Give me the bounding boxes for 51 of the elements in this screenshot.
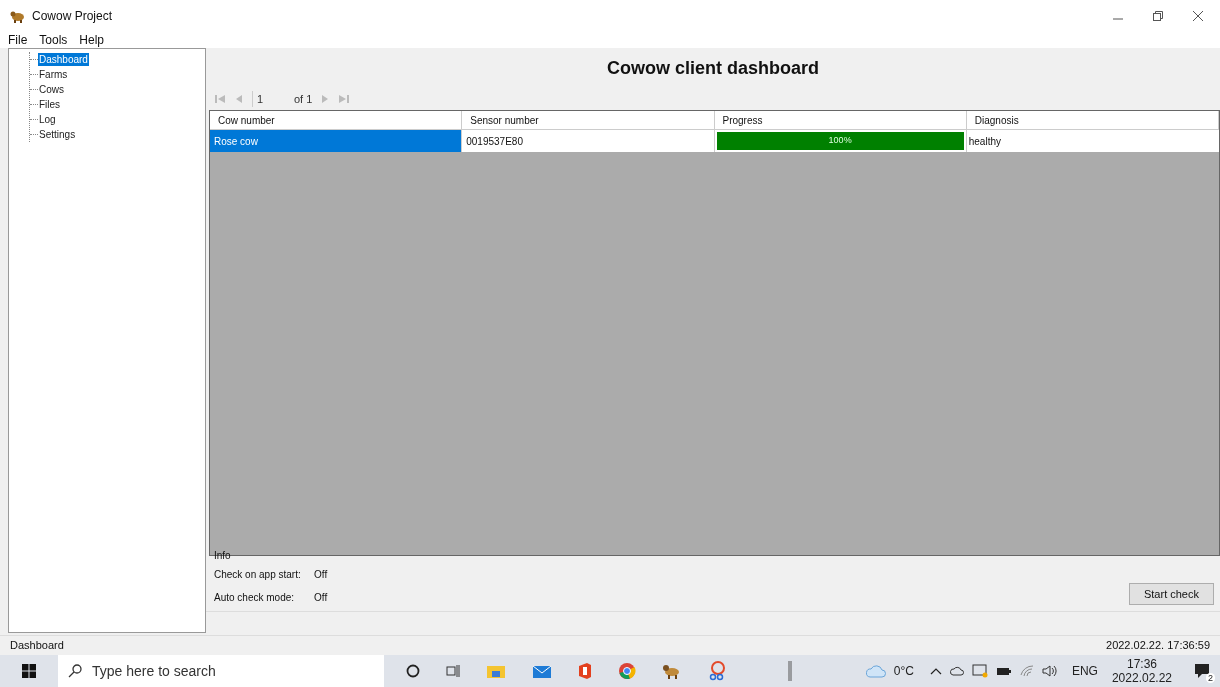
menu-item[interactable]: File bbox=[8, 31, 28, 49]
start-check-button[interactable]: Start check bbox=[1128, 583, 1214, 605]
window-title: Cowow Project bbox=[32, 8, 113, 25]
chevron-up-icon[interactable] bbox=[929, 666, 942, 676]
taskbar-clock[interactable]: 17:36 2022.02.22 bbox=[1111, 655, 1172, 687]
field-value: Off bbox=[314, 591, 328, 605]
mail-icon[interactable] bbox=[532, 663, 552, 679]
tree-item[interactable]: Settings bbox=[38, 128, 77, 141]
field-label: Check on app start: bbox=[214, 568, 302, 582]
page-count: of 1 bbox=[294, 91, 313, 107]
monitor-icon[interactable] bbox=[971, 664, 988, 678]
status-datetime: 2022.02.22. 17:36:59 bbox=[1106, 638, 1210, 654]
status-text: Dashboard bbox=[10, 638, 64, 654]
chrome-icon[interactable] bbox=[618, 662, 636, 680]
language-indicator[interactable]: ENG bbox=[1071, 662, 1098, 680]
search-icon bbox=[68, 664, 82, 678]
cloud-icon[interactable] bbox=[949, 665, 964, 677]
field-value: Off bbox=[314, 568, 328, 582]
task-view-icon[interactable] bbox=[446, 664, 460, 678]
position-field[interactable]: 1 bbox=[252, 90, 286, 108]
tree-item[interactable]: Dashboard bbox=[38, 53, 89, 66]
menu-item[interactable]: Help bbox=[79, 31, 105, 49]
table-cell: Rose cow bbox=[210, 130, 463, 152]
cow-icon bbox=[10, 9, 26, 23]
wifi-icon[interactable] bbox=[1019, 665, 1034, 677]
temperature-text[interactable]: 0°C bbox=[893, 662, 914, 680]
menu-item[interactable]: Tools bbox=[39, 31, 68, 49]
notification-icon[interactable] bbox=[1194, 663, 1210, 679]
field-label: Auto check mode: bbox=[214, 591, 296, 605]
scissors-icon[interactable] bbox=[708, 661, 726, 681]
windows-start-icon[interactable] bbox=[22, 664, 36, 678]
folder-icon[interactable] bbox=[486, 663, 506, 679]
tree-item[interactable]: Cows bbox=[38, 83, 65, 96]
cortana-circle-icon[interactable] bbox=[406, 664, 420, 678]
tree-item[interactable]: Farms bbox=[38, 68, 69, 81]
tree-item[interactable]: Log bbox=[38, 113, 57, 126]
tree-item[interactable]: Files bbox=[38, 98, 62, 111]
speaker-icon[interactable] bbox=[1041, 665, 1058, 677]
battery-icon[interactable] bbox=[995, 665, 1012, 677]
restore-icon[interactable] bbox=[1152, 10, 1164, 22]
separator-icon bbox=[788, 661, 792, 681]
table-cell: 0019537E80 bbox=[462, 130, 715, 152]
office-icon[interactable] bbox=[578, 662, 592, 680]
notification-badge: 2 bbox=[1206, 673, 1215, 683]
cow-icon[interactable] bbox=[662, 662, 682, 680]
info-heading: Info bbox=[214, 549, 232, 563]
dashboard-title: Cowow client dashboard bbox=[607, 56, 819, 80]
taskbar-search-field[interactable]: Type here to search bbox=[58, 655, 384, 687]
table-cell-text: healthy bbox=[967, 134, 1002, 149]
progress-label: 100% bbox=[827, 134, 853, 148]
close-icon[interactable] bbox=[1192, 10, 1204, 22]
